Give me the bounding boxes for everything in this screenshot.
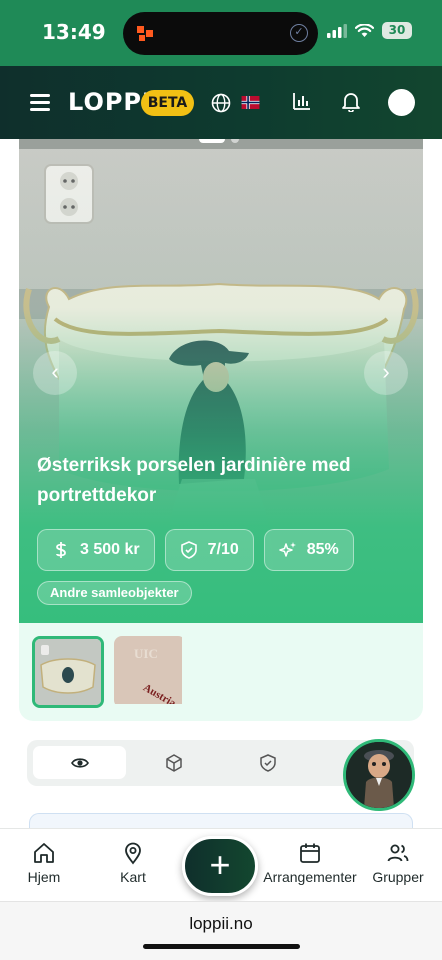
map-pin-icon <box>125 842 141 865</box>
calendar-icon <box>300 843 320 863</box>
nav-events[interactable]: Arrangementer <box>260 841 360 885</box>
match-value: 85% <box>306 541 339 558</box>
eye-icon <box>70 757 89 768</box>
listing-stats: 3 500 kr 7/10 85% <box>37 529 354 571</box>
next-image-button[interactable]: › <box>364 351 408 395</box>
globe-icon[interactable] <box>211 93 231 113</box>
svg-text:UIC: UIC <box>134 646 158 661</box>
thumbnail-strip: UIC Austria <box>32 636 186 708</box>
bar-chart-icon[interactable] <box>292 91 312 111</box>
dollar-icon <box>56 542 66 558</box>
check-circle-icon: ✓ <box>290 24 308 42</box>
previous-image-button[interactable]: ‹ <box>33 351 77 395</box>
image-carousel[interactable]: ‹ › Østerriksk porselen jardinière med p… <box>19 139 423 623</box>
users-icon <box>387 844 409 862</box>
thumbnail-stamp-image: UIC Austria <box>114 636 182 708</box>
home-icon <box>34 843 54 863</box>
signal-icon <box>327 23 347 38</box>
assistant-mascot-button[interactable] <box>343 739 415 811</box>
carousel-indicators <box>199 139 239 143</box>
nav-home-label: Hjem <box>27 869 61 885</box>
status-bar: 13:49 ✓ 30 <box>0 0 442 66</box>
mascot-icon <box>346 742 412 808</box>
nav-map-label: Kart <box>120 869 146 885</box>
app-header: LOPPII BETA <box>0 66 442 139</box>
nav-groups-label: Grupper <box>372 869 424 885</box>
wifi-icon <box>355 23 374 37</box>
sparkles-icon <box>279 542 296 557</box>
app-activity-icon <box>137 26 153 41</box>
price-pill: 3 500 kr <box>37 529 155 571</box>
home-indicator[interactable] <box>143 944 300 949</box>
tab-condition[interactable] <box>221 746 314 779</box>
browser-url[interactable]: loppii.no <box>0 914 442 934</box>
beta-badge: BETA <box>141 90 194 116</box>
battery-indicator: 30 <box>382 22 412 39</box>
thumbnail-1[interactable] <box>32 636 104 708</box>
nav-home[interactable]: Hjem <box>26 841 62 885</box>
carousel-dot-active[interactable] <box>199 139 225 143</box>
status-time: 13:49 <box>42 20 106 44</box>
thumbnail-image <box>35 639 101 705</box>
shield-check-icon <box>180 541 197 559</box>
condition-value: 7/10 <box>207 541 239 558</box>
status-icons: 30 <box>327 22 412 39</box>
menu-icon[interactable] <box>30 94 50 111</box>
nav-groups[interactable]: Grupper <box>369 841 427 885</box>
norway-flag-icon[interactable] <box>241 96 260 109</box>
condition-pill: 7/10 <box>164 529 254 571</box>
price-value: 3 500 kr <box>80 541 140 558</box>
box-icon <box>165 753 182 772</box>
bell-icon[interactable] <box>340 90 362 112</box>
match-pill: 85% <box>263 529 354 571</box>
tab-overview[interactable] <box>33 746 126 779</box>
shield-check-icon <box>259 753 276 772</box>
thumbnail-2[interactable]: UIC Austria <box>114 636 186 708</box>
category-tag[interactable]: Andre samleobjekter <box>37 581 192 605</box>
add-listing-button[interactable]: + <box>182 836 258 896</box>
listing-title: Østerriksk porselen jardinière med portr… <box>37 455 351 507</box>
listing-card: ‹ › Østerriksk porselen jardinière med p… <box>19 139 423 721</box>
nav-map[interactable]: Kart <box>116 841 150 885</box>
browser-address-bar[interactable]: loppii.no <box>0 901 442 960</box>
carousel-dot[interactable] <box>231 139 239 143</box>
nav-events-label: Arrangementer <box>263 869 357 885</box>
dynamic-island: ✓ <box>123 12 318 55</box>
profile-avatar[interactable] <box>388 89 415 116</box>
tab-details[interactable] <box>127 746 220 779</box>
